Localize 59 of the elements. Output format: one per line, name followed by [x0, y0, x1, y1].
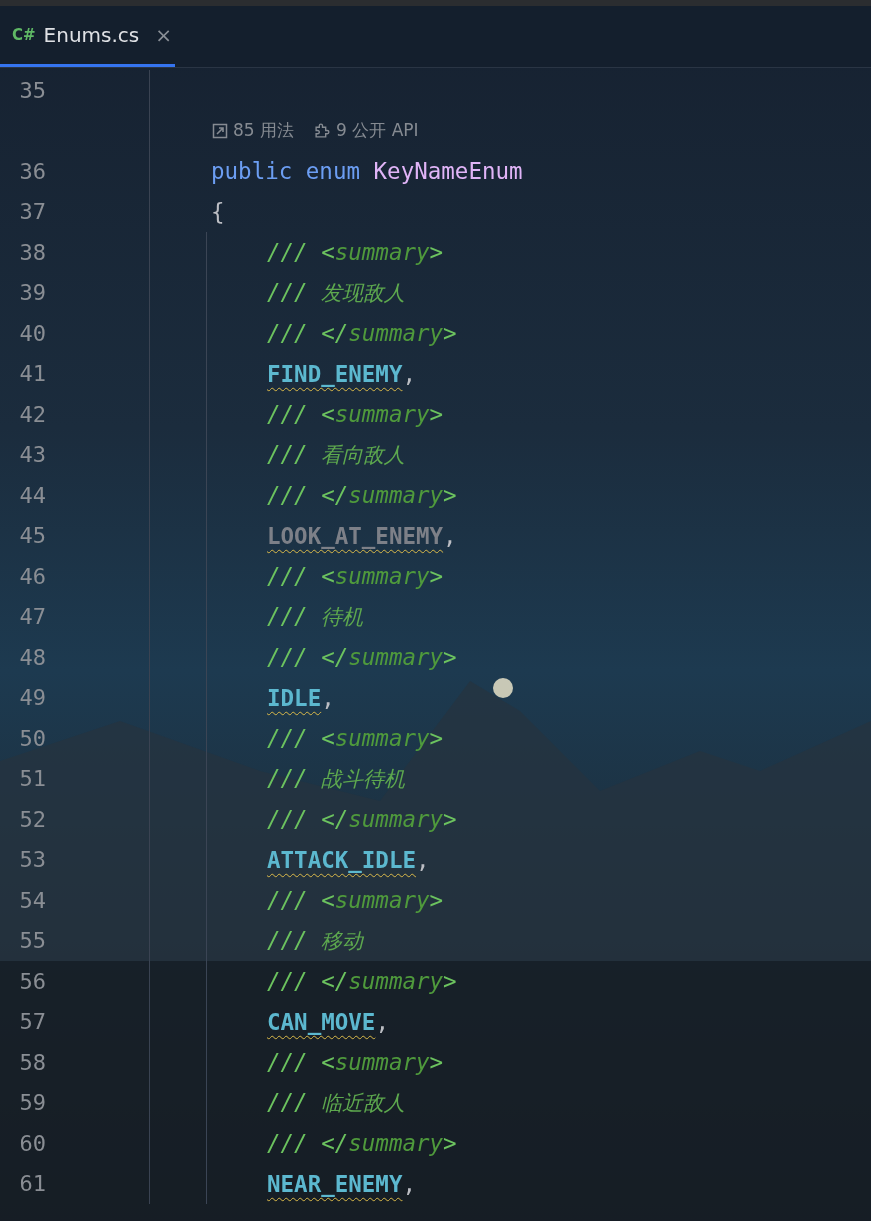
doc-comment-line: /// 发现敌人 — [267, 278, 406, 307]
code-line: FIND_ENEMY, — [267, 360, 416, 387]
doc-comment-line: /// </summary> — [267, 320, 457, 347]
line-number: 44 — [18, 482, 46, 508]
line-number: 52 — [18, 806, 46, 832]
line-number: 37 — [18, 199, 46, 225]
line-number: 51 — [18, 766, 46, 792]
line-number: 40 — [18, 320, 46, 346]
doc-comment-line: /// <summary> — [267, 239, 444, 266]
line-number: 50 — [18, 725, 46, 751]
csharp-file-icon: C# — [12, 26, 36, 44]
close-icon[interactable]: × — [155, 23, 172, 47]
code-line: ATTACK_IDLE, — [267, 846, 430, 873]
doc-comment-line: /// </summary> — [267, 1130, 457, 1157]
line-number: 59 — [18, 1090, 46, 1116]
doc-comment-line: /// </summary> — [267, 482, 457, 509]
line-number: 39 — [18, 280, 46, 306]
doc-comment-line: /// <summary> — [267, 725, 444, 752]
code-line: public enum KeyNameEnum — [211, 158, 523, 185]
doc-comment-line: /// </summary> — [267, 968, 457, 995]
doc-comment-line: /// <summary> — [267, 563, 444, 590]
doc-comment-line: /// <summary> — [267, 887, 444, 914]
code-line: { — [211, 198, 225, 225]
doc-comment-line: /// 移动 — [267, 926, 364, 955]
doc-comment-line: /// 战斗待机 — [267, 764, 406, 793]
line-number: 36 — [18, 158, 46, 184]
line-number: 55 — [18, 928, 46, 954]
doc-comment-line: /// 临近敌人 — [267, 1088, 406, 1117]
line-number: 38 — [18, 239, 46, 265]
doc-comment-line: /// </summary> — [267, 806, 457, 833]
file-tab[interactable]: C# Enums.cs × — [0, 6, 175, 67]
code-line: CAN_MOVE, — [267, 1008, 389, 1035]
doc-comment-line: /// 待机 — [267, 602, 364, 631]
line-number: 47 — [18, 604, 46, 630]
code-line: NEAR_ENEMY, — [267, 1170, 416, 1197]
doc-comment-line: /// <summary> — [267, 1049, 444, 1076]
line-number: 49 — [18, 685, 46, 711]
line-number: 43 — [18, 442, 46, 468]
line-number: 54 — [18, 887, 46, 913]
line-number: 60 — [18, 1130, 46, 1156]
line-number: 56 — [18, 968, 46, 994]
line-number: 58 — [18, 1049, 46, 1075]
usages-hint[interactable]: 85 用法 — [212, 119, 295, 143]
line-number: 46 — [18, 563, 46, 589]
code-line: LOOK_AT_ENEMY, — [267, 522, 457, 549]
code-line: IDLE, — [267, 684, 335, 711]
doc-comment-line: /// <summary> — [267, 401, 444, 428]
line-number: 61 — [18, 1171, 46, 1197]
doc-comment-line: /// 看向敌人 — [267, 440, 406, 469]
line-number: 41 — [18, 361, 46, 387]
line-number: 42 — [18, 401, 46, 427]
line-number: 53 — [18, 847, 46, 873]
public-api-hint[interactable]: 9 公开 API — [314, 119, 419, 143]
line-number: 35 — [18, 77, 46, 103]
doc-comment-line: /// </summary> — [267, 644, 457, 671]
line-number: 45 — [18, 523, 46, 549]
line-number: 57 — [18, 1009, 46, 1035]
line-number: 48 — [18, 644, 46, 670]
puzzle-icon — [314, 122, 332, 140]
